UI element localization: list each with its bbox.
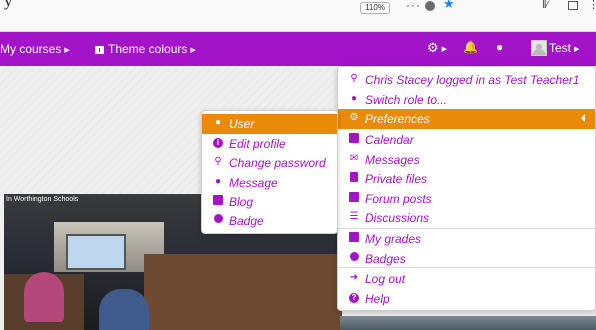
notifications-bell-icon[interactable]: 🔔 <box>463 40 478 54</box>
menu-item-preferences[interactable]: ⚙ Preferences <box>338 109 595 129</box>
pocket-icon[interactable] <box>425 1 435 11</box>
bookmark-star-icon[interactable]: ★ <box>443 0 455 12</box>
file-icon <box>348 172 360 184</box>
list-box-icon <box>348 192 360 204</box>
menu-item-my-grades[interactable]: My grades <box>338 229 595 249</box>
user-dropdown-menu: ⚲ Chris Stacey logged in as Test Teacher… <box>337 66 596 311</box>
submenu-item-badge[interactable]: Badge <box>202 211 337 231</box>
nav-theme-colours[interactable]: Theme colours ▶ <box>95 42 196 56</box>
menu-item-help[interactable]: ? Help <box>338 289 595 309</box>
menu-item-label: Messages <box>365 153 420 167</box>
site-navbar: My courses ▶ Theme colours ▶ ⚙ ▶ 🔔 ● Test ▶ <box>0 32 596 66</box>
menu-item-label: Forum posts <box>365 192 432 206</box>
gear-icon: ⚙ <box>349 112 359 123</box>
menu-item-label: Log out <box>365 272 406 286</box>
menu-item-label: Badges <box>365 252 406 266</box>
menu-item-log-out[interactable]: ➜ Log out <box>338 269 595 289</box>
menu-item-forum-posts[interactable]: Forum posts <box>338 189 595 209</box>
key-icon: ⚲ <box>350 73 358 84</box>
menu-item-label: Help <box>365 292 390 306</box>
rss-icon <box>212 195 224 207</box>
nav-settings[interactable]: ⚙ ▶ <box>427 40 447 56</box>
page-title-fragment: y <box>4 0 13 10</box>
user-menu-label: Test <box>549 41 572 55</box>
menu-item-label: Edit profile <box>229 137 286 151</box>
list-icon: ☰ <box>349 211 359 222</box>
menu-divider <box>338 267 595 268</box>
menu-item-label: Calendar <box>365 133 414 147</box>
preferences-submenu: ● User i Edit profile ⚲ Change password … <box>201 110 338 234</box>
menu-item-private-files[interactable]: Private files <box>338 169 595 189</box>
zoom-indicator[interactable]: 110% <box>360 2 390 14</box>
menu-item-label: Badge <box>229 214 264 228</box>
menu-item-label: Switch role to... <box>365 93 448 107</box>
page-actions-button[interactable]: ··· <box>406 0 421 12</box>
info-icon: i <box>212 137 224 149</box>
menu-item-label: Change password <box>229 156 326 170</box>
library-icon[interactable]: ‖⁄ <box>542 0 548 11</box>
menu-item-discussions[interactable]: ☰ Discussions <box>338 208 595 228</box>
photo-caption: In Worthington Schools <box>6 196 79 203</box>
key-icon: ⚲ <box>214 156 222 167</box>
caret-left-icon <box>581 114 585 122</box>
menu-item-label: Message <box>229 176 278 190</box>
submenu-item-message[interactable]: ● Message <box>202 173 337 193</box>
photo-strip <box>340 316 596 330</box>
question-icon: ? <box>348 292 360 304</box>
users-icon: ● <box>350 93 358 104</box>
menu-item-badges[interactable]: Badges <box>338 249 595 269</box>
submenu-item-user[interactable]: ● User <box>202 114 337 134</box>
menu-item-label: Chris Stacey logged in as Test Teacher1 <box>365 73 580 87</box>
sign-out-icon: ➜ <box>349 272 359 283</box>
envelope-icon: ✉ <box>349 153 359 164</box>
menu-item-logged-in-as[interactable]: ⚲ Chris Stacey logged in as Test Teacher… <box>338 70 595 90</box>
user-icon: ● <box>214 117 222 128</box>
sidebar-icon[interactable] <box>568 1 578 10</box>
caret-right-icon: ▶ <box>190 47 196 54</box>
photo-desk <box>144 254 342 330</box>
menu-item-label: Preferences <box>365 112 430 126</box>
messages-chat-icon[interactable]: ● <box>496 40 503 54</box>
menu-item-label: User <box>229 117 255 131</box>
photo-whiteboard <box>66 234 126 270</box>
menu-item-label: Blog <box>229 195 254 209</box>
caret-right-icon: ▶ <box>574 46 580 53</box>
comment-icon: ● <box>214 176 222 187</box>
menu-item-label: Private files <box>365 172 428 186</box>
grades-icon <box>348 232 360 244</box>
menu-item-messages[interactable]: ✉ Messages <box>338 150 595 170</box>
grid-icon <box>95 46 104 54</box>
nav-my-courses-label: My courses <box>0 42 62 56</box>
photo-student <box>24 272 64 322</box>
browser-toolbar: y 110% ··· ★ ‖⁄ ⋮ <box>0 0 596 32</box>
caret-right-icon: ▶ <box>441 46 448 53</box>
calendar-icon <box>348 133 360 145</box>
submenu-item-edit-profile[interactable]: i Edit profile <box>202 134 337 154</box>
user-menu-toggle[interactable]: Test ▶ <box>531 40 579 56</box>
submenu-item-change-password[interactable]: ⚲ Change password <box>202 153 337 173</box>
nav-theme-colours-label: Theme colours <box>108 42 188 56</box>
photo-student <box>99 289 149 330</box>
menu-item-switch-role[interactable]: ● Switch role to... <box>338 90 595 110</box>
menu-item-calendar[interactable]: Calendar <box>338 130 595 150</box>
badge-icon <box>348 252 360 264</box>
submenu-item-blog[interactable]: Blog <box>202 192 337 212</box>
gear-icon: ⚙ <box>427 40 439 55</box>
menu-item-label: Discussions <box>365 211 430 225</box>
nav-my-courses[interactable]: My courses ▶ <box>0 42 70 56</box>
avatar <box>531 40 547 56</box>
menu-icon[interactable]: ⋮ <box>588 0 596 11</box>
caret-right-icon: ▶ <box>64 47 70 54</box>
badge-icon <box>212 214 224 226</box>
menu-item-label: My grades <box>365 232 422 246</box>
